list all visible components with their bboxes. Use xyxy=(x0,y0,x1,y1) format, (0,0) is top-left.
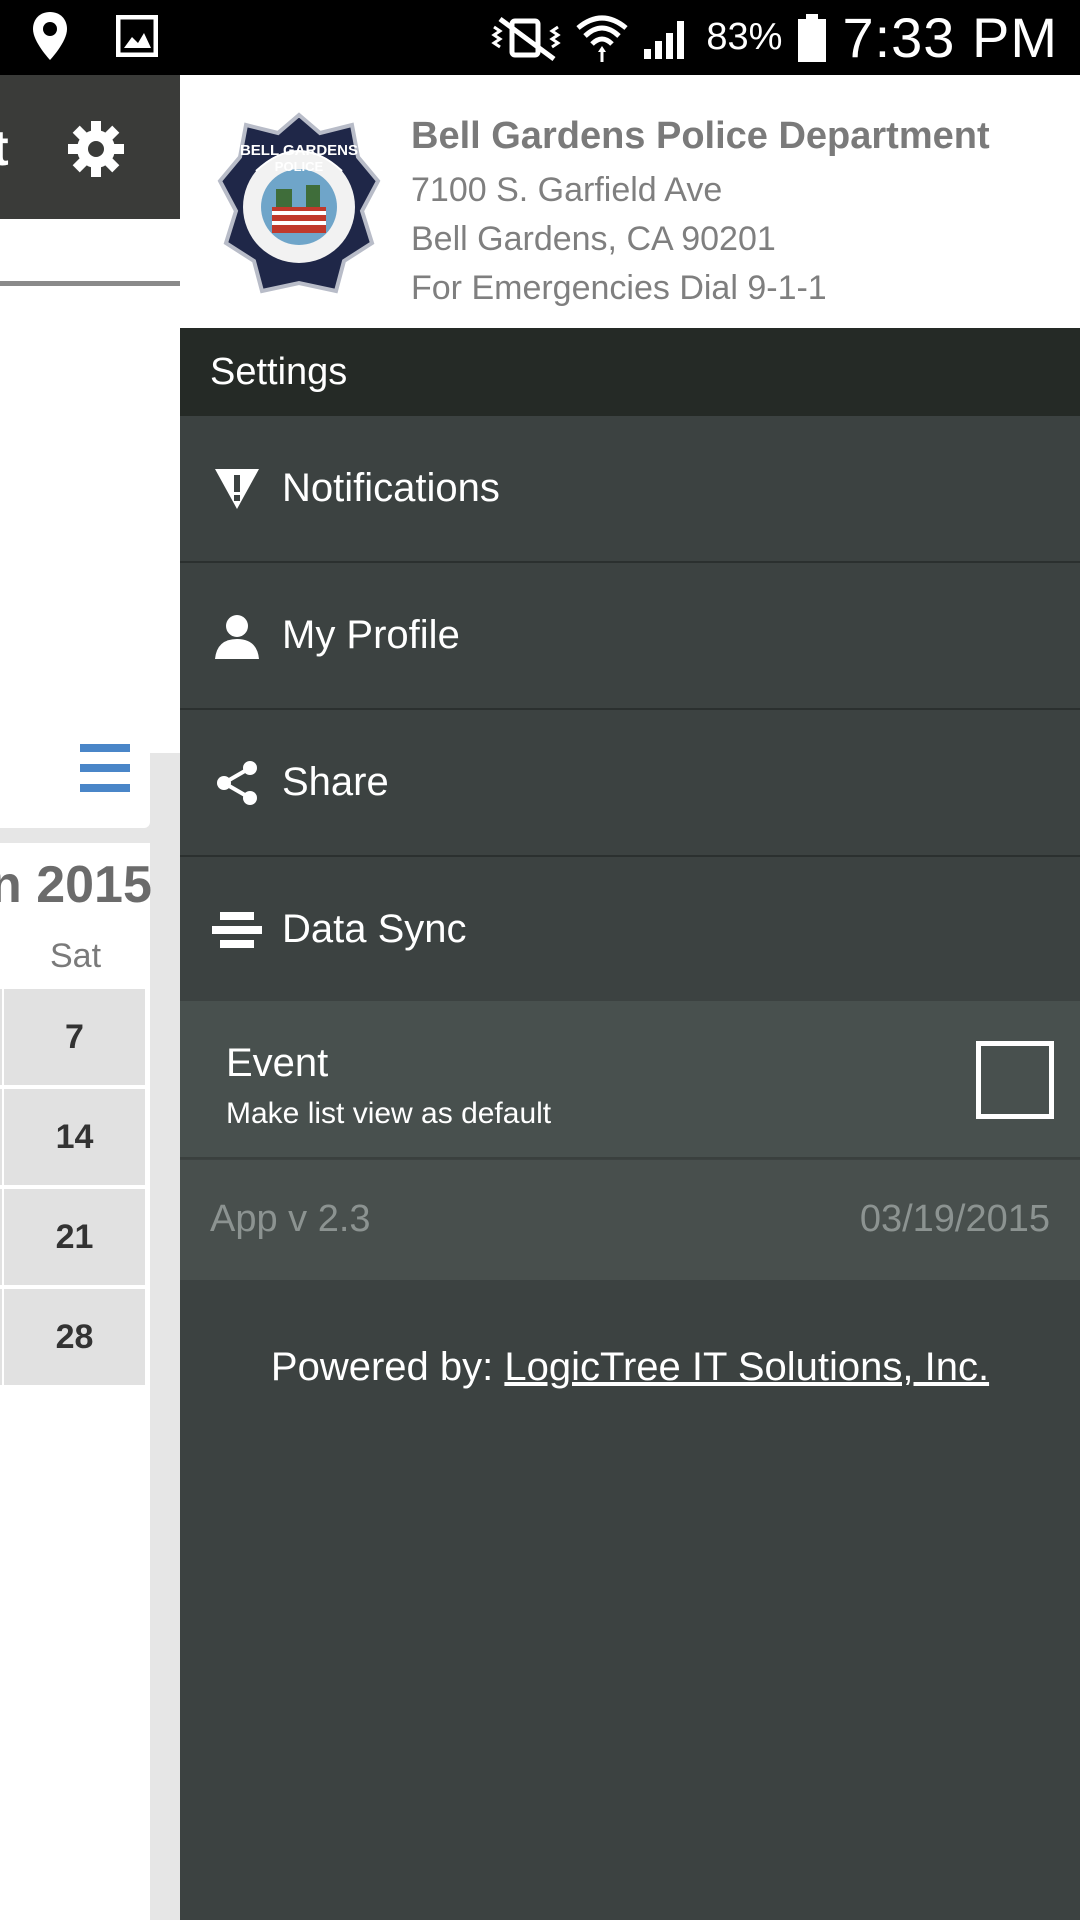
version-row: App v 2.3 03/19/2015 xyxy=(180,1160,1080,1280)
menu-label: Notifications xyxy=(282,466,500,510)
list-view-default-checkbox[interactable] xyxy=(976,1041,1054,1119)
background-panel xyxy=(0,219,180,753)
badge-text-top: BELL GARDENS xyxy=(240,142,358,159)
version-date: 03/19/2015 xyxy=(859,1198,1050,1240)
emergency-notice: For Emergencies Dial 9-1-1 xyxy=(411,269,827,307)
calendar-month-year: n 2015 xyxy=(0,856,152,914)
data-sync-icon xyxy=(212,905,262,955)
badge-text-mid: POLICE xyxy=(275,159,324,174)
divider xyxy=(0,281,180,286)
org-address-line1: 7100 S. Garfield Ave xyxy=(411,171,723,209)
menu-item-data-sync[interactable]: Data Sync xyxy=(180,857,1080,1004)
menu-label: Data Sync xyxy=(282,907,467,951)
event-setting-row[interactable]: Event Make list view as default xyxy=(180,1001,1080,1159)
settings-drawer: BELL GARDENS POLICE Bell Gardens Police … xyxy=(180,75,1080,1920)
calendar-day[interactable]: 14 xyxy=(0,1089,145,1185)
menu-item-notifications[interactable]: Notifications xyxy=(180,416,1080,563)
menu-item-my-profile[interactable]: My Profile xyxy=(180,563,1080,710)
background-app: t n 2015 Sat 7 14 21 28 xyxy=(0,75,180,1920)
image-icon xyxy=(116,15,158,57)
battery-percent: 83% xyxy=(706,16,783,58)
signal-icon xyxy=(642,15,692,61)
org-address-line2: Bell Gardens, CA 90201 xyxy=(411,220,776,258)
menu-label: Share xyxy=(282,760,389,804)
settings-section-title: Settings xyxy=(180,328,1080,416)
wifi-icon xyxy=(576,12,628,64)
alert-icon xyxy=(212,464,262,514)
powered-by: Powered by: LogicTree IT Solutions, Inc. xyxy=(180,1345,1080,1390)
gear-icon[interactable] xyxy=(66,119,126,179)
clock: 7:33 PM xyxy=(842,6,1058,69)
drawer-header: BELL GARDENS POLICE Bell Gardens Police … xyxy=(180,75,1080,328)
vendor-link[interactable]: LogicTree IT Solutions, Inc. xyxy=(504,1345,989,1389)
powered-by-label: Powered by: xyxy=(270,1345,505,1389)
event-setting-description: Make list view as default xyxy=(226,1097,552,1130)
police-badge-logo: BELL GARDENS POLICE xyxy=(216,111,382,304)
event-setting-title: Event xyxy=(226,1041,329,1085)
calendar-weekday-sat: Sat xyxy=(50,937,102,975)
app-version: App v 2.3 xyxy=(210,1198,371,1240)
calendar-day[interactable]: 7 xyxy=(0,989,145,1085)
location-icon xyxy=(30,10,70,62)
calendar-day[interactable]: 28 xyxy=(0,1289,145,1385)
mute-vibrate-icon xyxy=(490,15,562,61)
background-app-title: t xyxy=(0,120,9,176)
menu-item-share[interactable]: Share xyxy=(180,710,1080,857)
share-icon xyxy=(212,758,262,808)
background-app-header: t xyxy=(0,75,180,219)
org-name: Bell Gardens Police Department xyxy=(411,115,990,157)
menu-label: My Profile xyxy=(282,613,460,657)
calendar-day[interactable]: 21 xyxy=(0,1189,145,1285)
person-icon xyxy=(212,611,262,661)
battery-icon xyxy=(796,12,828,64)
status-bar: 83% 7:33 PM xyxy=(0,0,1080,75)
list-menu-icon[interactable] xyxy=(80,744,130,792)
